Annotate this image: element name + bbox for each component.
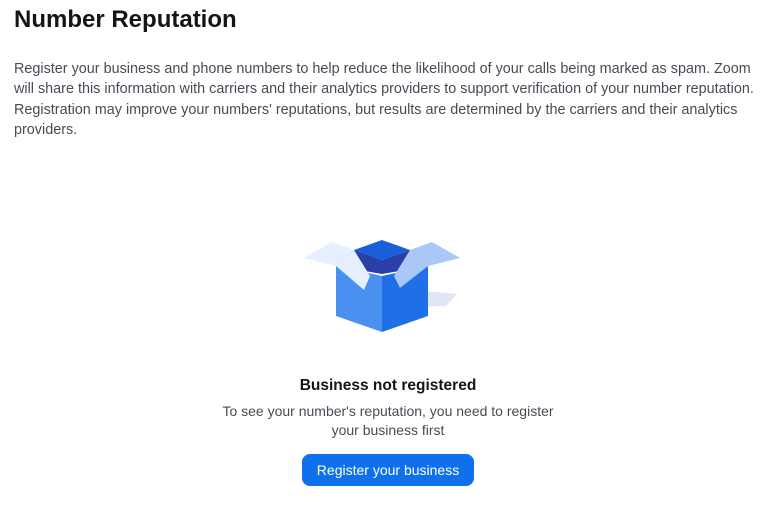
page-title: Number Reputation xyxy=(14,6,237,33)
empty-state-subtitle: To see your number's reputation, you nee… xyxy=(222,403,554,438)
register-business-button[interactable]: Register your business xyxy=(302,454,474,486)
empty-state-title: Business not registered xyxy=(299,377,477,394)
page-description: Register your business and phone numbers… xyxy=(14,61,754,138)
open-box-icon xyxy=(304,240,460,332)
empty-state xyxy=(0,236,764,336)
